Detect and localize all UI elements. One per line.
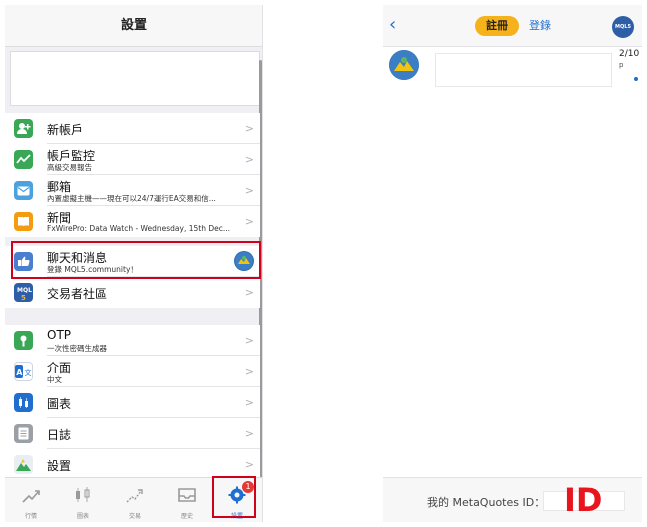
menu-news[interactable]: 新聞 FxWirePro: Data Watch - Wednesday, 15… [5,206,260,237]
chevron-right-icon: > [244,153,254,166]
tab-history[interactable]: 歷史 [161,478,213,522]
menu-sublabel: 中文 [47,375,62,384]
menu-sublabel: 內置虛擬主機——現在可以24/7運行EA交易和信... [47,194,216,203]
journal-icon [14,424,33,443]
menu-sublabel: 登錄 MQL5.community！ [47,265,138,274]
chevron-right-icon: > [244,396,254,409]
chevron-right-icon: > [244,334,254,347]
chart-icon [76,487,90,502]
register-segment[interactable]: 註冊 [475,16,519,36]
settings-group-community: 聊天和消息 登錄 MQL5.community！ MQL 5 交易者社區 > [5,246,260,308]
unread-dot [634,77,638,81]
chevron-right-icon: > [244,286,254,299]
chat-date: 2/10 [619,49,640,59]
mt-settings-icon [14,455,33,474]
tab-label: 圖表 [76,513,89,520]
settings-screen: 設置 新帳戶 > 帳戶監控 高級交易報告 > 郵箱 內置虛擬主機——現在可以24… [5,5,263,522]
mail-icon [14,181,33,200]
back-chevron-icon[interactable]: ‹ [389,14,396,35]
metatrader-avatar-icon [234,251,254,271]
language-icon: A文 [14,362,33,381]
menu-label: 新帳戶 [47,123,84,137]
menu-label: 設置 [47,459,72,473]
menu-mailbox[interactable]: 郵箱 內置虛擬主機——現在可以24/7運行EA交易和信... > [5,175,260,206]
menu-traders-community[interactable]: MQL 5 交易者社區 > [5,277,260,308]
banner-area[interactable] [10,51,260,106]
menu-new-account[interactable]: 新帳戶 > [5,113,260,144]
metaquotes-id-label: 我的 MetaQuotes ID： [427,496,546,509]
tab-quotes[interactable]: 行情 [5,478,57,522]
menu-journal[interactable]: 日誌 > [5,418,260,449]
mql5-community-icon: MQL 5 [14,283,33,302]
svg-text:A: A [16,368,23,377]
settings-group-preferences: OTP 一次性密碼生成器 > A文 介面 中文 > 圖表 > 日誌 > 設置 > [5,325,260,480]
add-user-icon [14,119,33,138]
pulse-chart-icon [14,150,33,169]
menu-label: OTP [47,328,72,342]
tab-trade[interactable]: 交易 [109,478,161,522]
mql5-avatar[interactable]: MQL5 [612,16,634,38]
menu-otp[interactable]: OTP 一次性密碼生成器 > [5,325,260,356]
quotes-icon [22,490,40,503]
menu-interface-language[interactable]: A文 介面 中文 > [5,356,260,387]
chat-message-preview[interactable] [435,53,612,87]
svg-text:MQL: MQL [17,287,32,294]
chat-hand-icon [14,252,33,271]
settings-group-account: 新帳戶 > 帳戶監控 高級交易報告 > 郵箱 內置虛擬主機——現在可以24/7運… [5,113,260,237]
chat-screen: ‹ 註冊 登錄 MQL5 2/10 p 我的 MetaQuotes ID： ID [383,5,642,522]
page-title: 設置 [5,5,262,47]
menu-label: 日誌 [47,428,72,442]
login-segment[interactable]: 登錄 [529,16,551,36]
chevron-right-icon: > [244,365,254,378]
history-icon [178,488,196,502]
svg-text:文: 文 [25,368,32,377]
tab-label: 歷史 [180,513,193,520]
id-annotation: ID [564,481,603,519]
screenshot-root: 設置 新帳戶 > 帳戶監控 高級交易報告 > 郵箱 內置虛擬主機——現在可以24… [0,0,647,527]
chevron-right-icon: > [244,122,254,135]
menu-sublabel: 高級交易報告 [47,163,92,172]
chevron-right-icon: > [244,427,254,440]
menu-charts[interactable]: 圖表 > [5,387,260,418]
book-icon [14,212,33,231]
chevron-right-icon: > [244,215,254,228]
candles-icon [14,393,33,412]
menu-account-monitor[interactable]: 帳戶監控 高級交易報告 > [5,144,260,175]
trade-icon [126,489,143,503]
chat-preview-text: p [619,61,624,69]
chat-header: ‹ 註冊 登錄 MQL5 [383,5,642,47]
otp-key-icon [14,331,33,350]
menu-label: 交易者社區 [47,287,108,301]
tab-label: 交易 [128,513,141,520]
menu-label: 圖表 [47,397,72,411]
menu-sublabel: 一次性密碼生成器 [47,344,107,353]
menu-chat-messages[interactable]: 聊天和消息 登錄 MQL5.community！ [5,246,260,277]
chevron-right-icon: > [244,184,254,197]
svg-text:5: 5 [21,294,26,301]
settings-tab-highlight [212,476,256,518]
metaquotes-id-footer: 我的 MetaQuotes ID： ID [383,477,642,522]
chevron-right-icon: > [244,458,254,471]
tab-label: 行情 [24,513,37,520]
tab-chart[interactable]: 圖表 [57,478,109,522]
metatrader-avatar-icon[interactable] [389,50,419,80]
menu-sublabel: FxWirePro: Data Watch - Wednesday, 15th … [47,224,231,233]
